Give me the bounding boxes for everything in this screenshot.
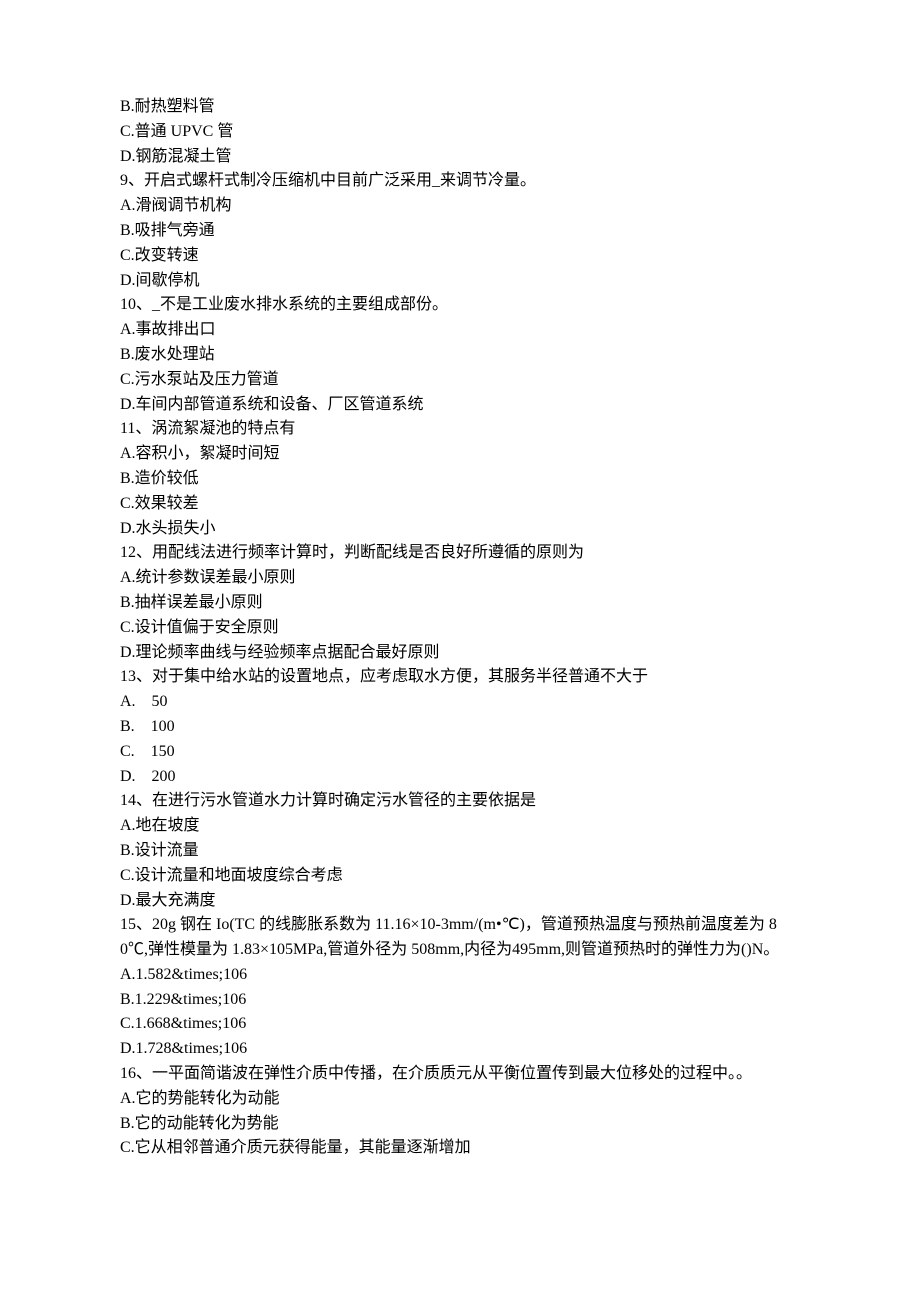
question-stem: 12、用配线法进行频率计算时，判断配线是否良好所遵循的原则为 xyxy=(120,541,800,566)
option-text: A.滑阀调节机构 xyxy=(120,194,800,219)
option-text: D.钢筋混凝土管 xyxy=(120,145,800,170)
option-text: D. 200 xyxy=(120,765,800,790)
option-text: D.1.728&times;106 xyxy=(120,1037,800,1062)
option-text: C.效果较差 xyxy=(120,492,800,517)
option-text: B. 100 xyxy=(120,715,800,740)
option-text: C.设计流量和地面坡度综合考虑 xyxy=(120,864,800,889)
option-text: D.最大充满度 xyxy=(120,889,800,914)
option-text: B.1.229&times;106 xyxy=(120,988,800,1013)
question-stem: 9、开启式螺杆式制冷压缩机中目前广泛采用_来调节冷量。 xyxy=(120,169,800,194)
question-stem: 15、20g 钢在 Io(TC 的线膨胀系数为 11.16×10-3mm/(m•… xyxy=(120,913,800,963)
option-text: A.它的势能转化为动能 xyxy=(120,1087,800,1112)
option-text: A.地在坡度 xyxy=(120,814,800,839)
option-text: A.1.582&times;106 xyxy=(120,963,800,988)
option-text: C.1.668&times;106 xyxy=(120,1012,800,1037)
option-text: D.水头损失小 xyxy=(120,517,800,542)
option-text: C.设计值偏于安全原则 xyxy=(120,616,800,641)
question-stem: 16、一平面简谐波在弹性介质中传播，在介质质元从平衡位置传到最大位移处的过程中。… xyxy=(120,1062,800,1087)
option-text: B.抽样误差最小原则 xyxy=(120,591,800,616)
option-text: B.废水处理站 xyxy=(120,343,800,368)
question-stem: 11、涡流絮凝池的特点有 xyxy=(120,417,800,442)
option-text: A.容积小，絮凝时间短 xyxy=(120,442,800,467)
option-text: B.吸排气旁通 xyxy=(120,219,800,244)
option-text: C. 150 xyxy=(120,740,800,765)
option-text: B.耐热塑料管 xyxy=(120,95,800,120)
option-text: A.事故排出口 xyxy=(120,318,800,343)
option-text: C.改变转速 xyxy=(120,244,800,269)
option-text: C.它从相邻普通介质元获得能量，其能量逐渐增加 xyxy=(120,1136,800,1161)
option-text: B.它的动能转化为势能 xyxy=(120,1112,800,1137)
option-text: B.设计流量 xyxy=(120,839,800,864)
option-text: C.普通 UPVC 管 xyxy=(120,120,800,145)
question-stem: 13、对于集中给水站的设置地点，应考虑取水方便，其服务半径普通不大于 xyxy=(120,665,800,690)
option-text: B.造价较低 xyxy=(120,467,800,492)
option-text: D.理论频率曲线与经验频率点据配合最好原则 xyxy=(120,641,800,666)
question-stem: 10、_不是工业废水排水系统的主要组成部份。 xyxy=(120,293,800,318)
question-stem: 14、在进行污水管道水力计算时确定污水管径的主要依据是 xyxy=(120,789,800,814)
option-text: A.统计参数误差最小原则 xyxy=(120,566,800,591)
document-page: B.耐热塑料管 C.普通 UPVC 管 D.钢筋混凝土管 9、开启式螺杆式制冷压… xyxy=(0,0,920,1301)
option-text: D.间歇停机 xyxy=(120,269,800,294)
option-text: C.污水泵站及压力管道 xyxy=(120,368,800,393)
option-text: A. 50 xyxy=(120,690,800,715)
option-text: D.车间内部管道系统和设备、厂区管道系统 xyxy=(120,393,800,418)
